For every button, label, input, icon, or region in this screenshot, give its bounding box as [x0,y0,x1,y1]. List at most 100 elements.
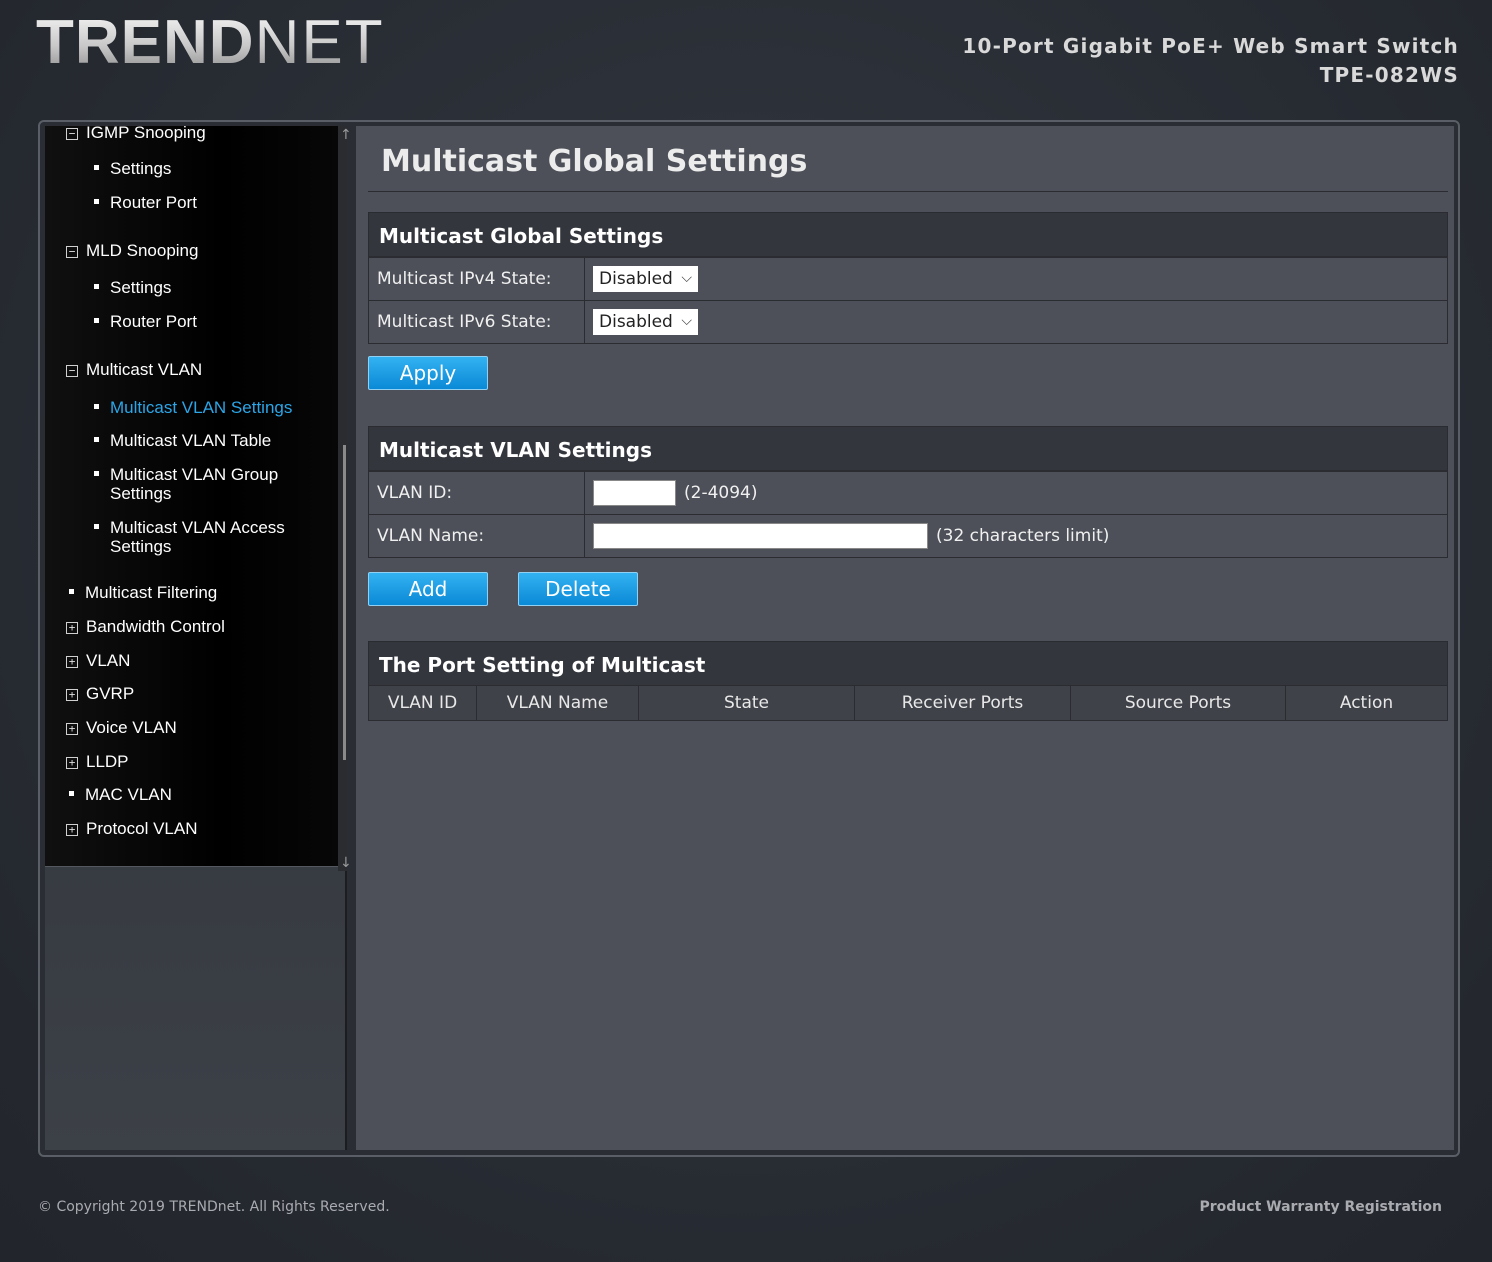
expand-box-icon[interactable]: + [66,757,78,769]
title-divider [368,191,1448,192]
vlan-settings-header: Multicast VLAN Settings [369,427,1447,471]
collapse-box-icon[interactable]: − [66,246,78,258]
sidebar-item-label: Voice VLAN [86,718,177,737]
sidebar-item-multicast-vlan-settings[interactable]: Multicast VLAN Settings [94,398,314,417]
sidebar-item-settings[interactable]: Settings [94,278,314,297]
vlan-id-row: VLAN ID: (2-4094) [369,471,1447,514]
product-name: 10-Port Gigabit PoE+ Web Smart Switch [962,34,1459,58]
ipv6-state-select[interactable]: Disabled ⌵ [593,309,698,335]
sidebar-item-igmp-snooping[interactable]: − IGMP Snooping [66,126,206,142]
vlan-name-input[interactable] [593,523,928,549]
sidebar-item-lldp[interactable]: + LLDP [66,752,129,771]
ipv4-state-value: Disabled [599,269,673,289]
port-setting-header: The Port Setting of Multicast [369,642,1447,686]
ipv4-state-row: Multicast IPv4 State: Disabled ⌵ [369,257,1447,300]
bullet-icon [94,199,99,204]
sidebar-nav[interactable]: − IGMP Snooping Settings Router Port − MLD Sn… [45,126,338,866]
column-header-vlan-id: VLAN ID [369,686,477,720]
collapse-box-icon[interactable]: − [66,128,78,140]
nav-divider [45,866,338,867]
ipv4-state-label: Multicast IPv4 State: [369,258,585,300]
sidebar-item-label: LLDP [86,752,129,771]
vlan-name-hint: (32 characters limit) [936,526,1110,546]
expand-box-icon[interactable]: + [66,824,78,836]
sidebar-item-label: Protocol VLAN [86,819,198,838]
column-header-receiver-ports: Receiver Ports [855,686,1071,720]
sidebar-item-gvrp[interactable]: + GVRP [66,684,134,703]
sidebar-item-multicast-vlan-group-settings[interactable]: Multicast VLAN Group Settings [94,465,314,503]
scroll-thumb[interactable] [343,445,346,760]
sidebar-item-bandwidth-control[interactable]: + Bandwidth Control [66,617,225,636]
sidebar-item-label: MAC VLAN [85,785,172,804]
collapse-box-icon[interactable]: − [66,365,78,377]
sidebar-item-multicast-vlan[interactable]: − Multicast VLAN [66,360,202,379]
sidebar-item-router-port[interactable]: Router Port [94,312,314,331]
bullet-icon [94,524,99,529]
ipv6-state-value: Disabled [599,312,673,332]
sidebar-item-label: Settings [110,159,172,178]
bullet-icon [94,284,99,289]
bullet-icon [94,437,99,442]
sidebar-item-vlan[interactable]: + VLAN [66,651,130,670]
vlan-settings-panel: Multicast VLAN Settings VLAN ID: (2-4094… [368,426,1448,558]
expand-box-icon[interactable]: + [66,656,78,668]
global-settings-panel: Multicast Global Settings Multicast IPv4… [368,212,1448,344]
apply-button[interactable]: Apply [368,356,488,390]
column-header-action: Action [1286,686,1447,720]
expand-box-icon[interactable]: + [66,622,78,634]
sidebar-item-label: MLD Snooping [86,241,199,260]
copyright-text: © Copyright 2019 TRENDnet. All Rights Re… [38,1199,390,1215]
bullet-icon [69,791,74,796]
sidebar-item-label: Multicast VLAN Access Settings [110,518,285,556]
vlan-id-input[interactable] [593,480,676,506]
sidebar-item-mld-snooping[interactable]: − MLD Snooping [66,241,198,260]
chevron-down-icon: ⌵ [681,313,692,329]
ipv4-state-select[interactable]: Disabled ⌵ [593,266,698,292]
ipv6-state-label: Multicast IPv6 State: [369,301,585,343]
sidebar-item-mac-vlan[interactable]: MAC VLAN [69,785,172,804]
page-title: Multicast Global Settings [381,144,808,179]
sidebar-item-label: Multicast VLAN [86,360,203,379]
trendnet-logo: TRENDnet [36,8,385,77]
expand-box-icon[interactable]: + [66,689,78,701]
sidebar-item-label: IGMP Snooping [86,126,206,142]
warranty-link[interactable]: Product Warranty Registration [1200,1199,1443,1215]
vlan-id-label: VLAN ID: [369,472,585,514]
sidebar-item-multicast-filtering[interactable]: Multicast Filtering [69,583,217,602]
delete-button[interactable]: Delete [518,572,638,606]
product-model: TPE-082WS [1319,63,1459,87]
column-header-state: State [639,686,855,720]
sidebar-item-label: Settings [110,278,172,297]
sidebar-item-voice-vlan[interactable]: + Voice VLAN [66,718,177,737]
chevron-down-icon: ⌵ [681,270,692,286]
bullet-icon [94,471,99,476]
scroll-up-arrow-icon[interactable]: ↑ [340,128,352,142]
sidebar-item-label: Multicast VLAN Settings [110,398,293,417]
sidebar-item-multicast-vlan-access-settings[interactable]: Multicast VLAN Access Settings [94,518,314,556]
vlan-id-hint: (2-4094) [684,483,758,503]
sidebar-item-label: Router Port [110,193,197,212]
sidebar-item-label: Multicast VLAN Group Settings [110,465,279,503]
add-button[interactable]: Add [368,572,488,606]
bullet-icon [94,318,99,323]
expand-box-icon[interactable]: + [66,723,78,735]
sidebar-item-protocol-vlan[interactable]: + Protocol VLAN [66,819,198,838]
sidebar-item-multicast-vlan-table[interactable]: Multicast VLAN Table [94,431,314,450]
scroll-down-arrow-icon[interactable]: ↓ [340,856,352,870]
ipv6-state-row: Multicast IPv6 State: Disabled ⌵ [369,300,1447,343]
vlan-name-row: VLAN Name: (32 characters limit) [369,514,1447,557]
bullet-icon [94,404,99,409]
vlan-name-label: VLAN Name: [369,515,585,557]
port-setting-panel: The Port Setting of Multicast VLAN ID VL… [368,641,1448,721]
sidebar-item-label: Multicast Filtering [85,583,218,602]
sidebar-item-label: Router Port [110,312,197,331]
bullet-icon [69,589,74,594]
port-table-header: VLAN ID VLAN Name State Receiver Ports S… [369,686,1447,720]
sidebar-item-settings[interactable]: Settings [94,159,314,178]
product-info: 10-Port Gigabit PoE+ Web Smart Switch TP… [962,32,1459,90]
sidebar-item-label: Bandwidth Control [86,617,225,636]
global-settings-header: Multicast Global Settings [369,213,1447,257]
column-header-source-ports: Source Ports [1071,686,1286,720]
sidebar-item-router-port[interactable]: Router Port [94,193,314,212]
column-header-vlan-name: VLAN Name [477,686,639,720]
